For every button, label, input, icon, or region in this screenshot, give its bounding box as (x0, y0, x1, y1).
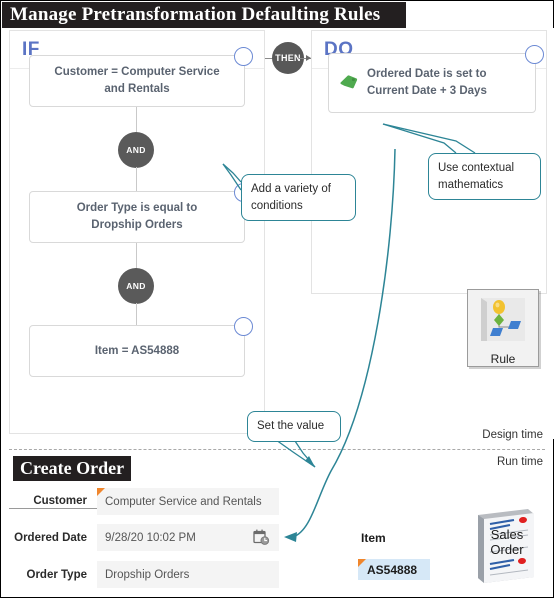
item-field[interactable]: AS54888 (358, 559, 430, 580)
ordered-date-label: Ordered Date (14, 531, 87, 544)
order-type-field[interactable]: Dropship Orders (97, 561, 279, 588)
green-tag-icon (339, 74, 359, 92)
customer-value: Computer Service and Rentals (105, 495, 262, 508)
design-run-divider (9, 449, 545, 450)
action-handle-1[interactable] (525, 45, 544, 64)
sales-order-caption: Sales Order (478, 527, 536, 557)
required-indicator-icon (97, 488, 105, 496)
condition-handle-1[interactable] (234, 47, 253, 66)
condition-text-2: Order Type is equal to Dropship Orders (76, 202, 198, 231)
and-operator-1[interactable]: AND (118, 132, 154, 168)
form-row-customer: Customer Computer Service and Rentals (9, 488, 279, 515)
connector-line-1 (136, 107, 137, 135)
item-label: Item (361, 531, 386, 545)
sales-order-caption-line1: Sales (490, 527, 524, 542)
connector-line-4 (136, 303, 137, 325)
customer-label: Customer (9, 495, 97, 509)
rule-button[interactable]: Rule (467, 289, 539, 367)
design-time-label: Design time (482, 429, 543, 441)
form-row-ordered-date: Ordered Date 9/28/20 10:02 PM (9, 524, 279, 551)
page-title: Manage Pretransformation Defaulting Rule… (10, 4, 381, 25)
then-connector: THEN (265, 30, 311, 86)
and-operator-2[interactable]: AND (118, 268, 154, 304)
condition-card-3[interactable]: Item = AS54888 (29, 317, 253, 377)
condition-card-1[interactable]: Customer = Computer Service and Rentals (29, 47, 253, 107)
item-required-indicator-icon (358, 559, 366, 567)
action-card-1[interactable]: Ordered Date is set to Current Date + 3 … (328, 45, 544, 113)
run-time-label: Run time (496, 456, 543, 468)
customer-field[interactable]: Computer Service and Rentals (97, 488, 279, 515)
order-type-label: Order Type (26, 568, 88, 581)
item-value: AS54888 (367, 562, 418, 577)
callout-set-value: Set the value (247, 411, 341, 442)
condition-card-2[interactable]: Order Type is equal to Dropship Orders (29, 183, 253, 243)
callout-add-conditions-text: Add a variety of conditions (251, 183, 331, 212)
form-row-order-type: Order Type Dropship Orders (9, 561, 279, 588)
calendar-clock-icon[interactable] (253, 529, 270, 549)
callout-contextual-math-text: Use contextual mathematics (438, 162, 515, 191)
connector-line-2 (136, 167, 137, 191)
rule-button-label: Rule (490, 352, 516, 366)
create-order-title: Create Order (20, 458, 125, 478)
condition-text-3: Item = AS54888 (94, 344, 180, 357)
if-panel: IF Customer = Computer Service and Renta… (9, 30, 265, 434)
ordered-date-value: 9/28/20 10:02 PM (105, 531, 196, 544)
screenshot-root: Manage Pretransformation Defaulting Rule… (0, 0, 554, 598)
create-order-title-banner: Create Order (13, 456, 132, 481)
action-text-1: Ordered Date is set to Current Date + 3 … (367, 68, 487, 97)
page-title-banner: Manage Pretransformation Defaulting Rule… (2, 2, 406, 28)
condition-text-1: Customer = Computer Service and Rentals (54, 66, 220, 95)
and-operator-label-2: AND (126, 281, 146, 291)
order-type-value: Dropship Orders (105, 568, 190, 581)
rule-flowchart-icon (475, 295, 531, 350)
rule-designer: IF Customer = Computer Service and Renta… (1, 28, 554, 439)
callout-contextual-math: Use contextual mathematics (428, 153, 541, 201)
ordered-date-field[interactable]: 9/28/20 10:02 PM (97, 524, 279, 551)
connector-line-3 (136, 243, 137, 271)
callout-set-value-text: Set the value (257, 420, 325, 432)
callout-add-conditions: Add a variety of conditions (241, 174, 356, 222)
sales-order-icon: Sales Order (470, 507, 544, 592)
condition-handle-3[interactable] (234, 317, 253, 336)
sales-order-caption-line2: Order (490, 541, 524, 557)
then-label: THEN (275, 53, 301, 63)
and-operator-label-1: AND (126, 145, 146, 155)
